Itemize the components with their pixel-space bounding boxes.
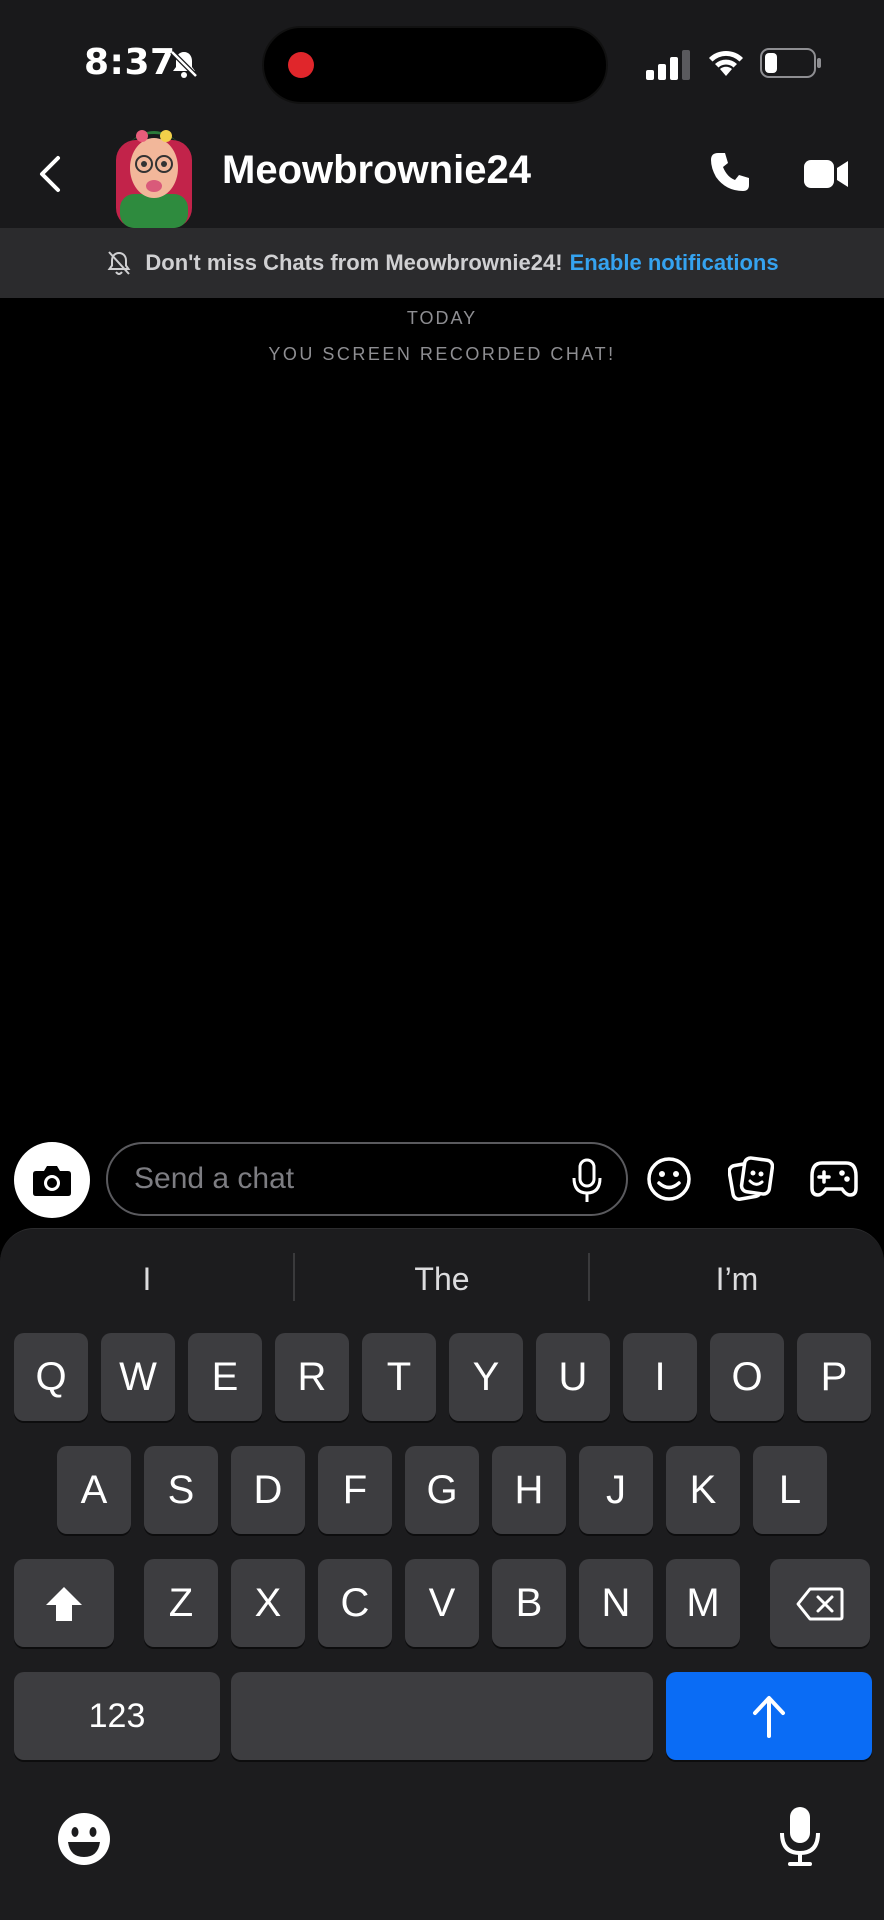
camera-icon bbox=[33, 1166, 71, 1196]
backspace-key[interactable] bbox=[770, 1559, 870, 1647]
system-message: YOU SCREEN RECORDED CHAT! bbox=[268, 344, 616, 364]
key-g[interactable]: G bbox=[405, 1446, 479, 1534]
key-w[interactable]: W bbox=[101, 1333, 175, 1421]
chat-header: Meowbrownie24 bbox=[0, 110, 884, 228]
key-h[interactable]: H bbox=[492, 1446, 566, 1534]
dynamic-island bbox=[262, 26, 608, 104]
sticker-icon[interactable] bbox=[728, 1156, 774, 1202]
battery-icon bbox=[760, 48, 821, 78]
key-x[interactable]: X bbox=[231, 1559, 305, 1647]
recording-indicator bbox=[288, 52, 314, 78]
key-v[interactable]: V bbox=[405, 1559, 479, 1647]
emoji-icon[interactable] bbox=[646, 1156, 692, 1202]
key-c[interactable]: C bbox=[318, 1559, 392, 1647]
key-p[interactable]: P bbox=[797, 1333, 871, 1421]
video-camera-icon[interactable] bbox=[804, 156, 850, 192]
key-l[interactable]: L bbox=[753, 1446, 827, 1534]
microphone-icon[interactable] bbox=[570, 1158, 604, 1204]
day-label: TODAY bbox=[406, 308, 478, 328]
game-controller-icon[interactable] bbox=[810, 1158, 858, 1198]
key-q[interactable]: Q bbox=[14, 1333, 88, 1421]
silent-bell-icon bbox=[170, 50, 198, 78]
shift-key[interactable] bbox=[14, 1559, 114, 1647]
numbers-key[interactable]: 123 bbox=[14, 1672, 220, 1760]
suggestion-3[interactable]: I’m bbox=[590, 1251, 884, 1307]
key-f[interactable]: F bbox=[318, 1446, 392, 1534]
phone-icon[interactable] bbox=[708, 150, 752, 194]
key-o[interactable]: O bbox=[710, 1333, 784, 1421]
key-t[interactable]: T bbox=[362, 1333, 436, 1421]
wifi-icon bbox=[709, 50, 743, 76]
keyboard: I The I’m Q W E R T Y U I O P A S D F G … bbox=[0, 1228, 884, 1920]
send-arrow-icon bbox=[753, 1696, 785, 1738]
notification-text: Don't miss Chats from Meowbrownie24! bbox=[145, 250, 563, 275]
camera-button[interactable] bbox=[14, 1142, 90, 1218]
key-b[interactable]: B bbox=[492, 1559, 566, 1647]
status-time: 8:37 bbox=[84, 42, 176, 83]
key-u[interactable]: U bbox=[536, 1333, 610, 1421]
key-m[interactable]: M bbox=[666, 1559, 740, 1647]
key-z[interactable]: Z bbox=[144, 1559, 218, 1647]
key-j[interactable]: J bbox=[579, 1446, 653, 1534]
chat-area[interactable]: TODAY YOU SCREEN RECORDED CHAT! bbox=[0, 298, 884, 1128]
keyboard-emoji-icon[interactable] bbox=[56, 1811, 112, 1867]
keyboard-dictation-icon[interactable] bbox=[778, 1805, 822, 1867]
back-chevron-icon[interactable] bbox=[36, 154, 64, 194]
key-n[interactable]: N bbox=[579, 1559, 653, 1647]
input-bar bbox=[0, 1128, 884, 1228]
backspace-icon bbox=[796, 1587, 844, 1621]
key-a[interactable]: A bbox=[57, 1446, 131, 1534]
key-y[interactable]: Y bbox=[449, 1333, 523, 1421]
chat-input[interactable] bbox=[134, 1144, 554, 1214]
suggestion-bar: I The I’m bbox=[0, 1229, 884, 1329]
notification-banner: Don't miss Chats from Meowbrownie24! Ena… bbox=[0, 228, 884, 298]
contact-name[interactable]: Meowbrownie24 bbox=[222, 148, 531, 193]
shift-icon bbox=[46, 1587, 82, 1621]
suggestion-1[interactable]: I bbox=[0, 1251, 294, 1307]
chat-input-field[interactable] bbox=[106, 1142, 628, 1216]
key-s[interactable]: S bbox=[144, 1446, 218, 1534]
space-key[interactable] bbox=[231, 1672, 653, 1760]
enable-notifications-link[interactable]: Enable notifications bbox=[570, 250, 779, 276]
key-k[interactable]: K bbox=[666, 1446, 740, 1534]
avatar[interactable] bbox=[112, 116, 196, 228]
send-key[interactable] bbox=[666, 1672, 872, 1760]
key-d[interactable]: D bbox=[231, 1446, 305, 1534]
signal-icon bbox=[646, 50, 690, 80]
key-e[interactable]: E bbox=[188, 1333, 262, 1421]
key-r[interactable]: R bbox=[275, 1333, 349, 1421]
bell-slash-icon bbox=[107, 251, 131, 275]
suggestion-2[interactable]: The bbox=[295, 1251, 589, 1307]
key-i[interactable]: I bbox=[623, 1333, 697, 1421]
